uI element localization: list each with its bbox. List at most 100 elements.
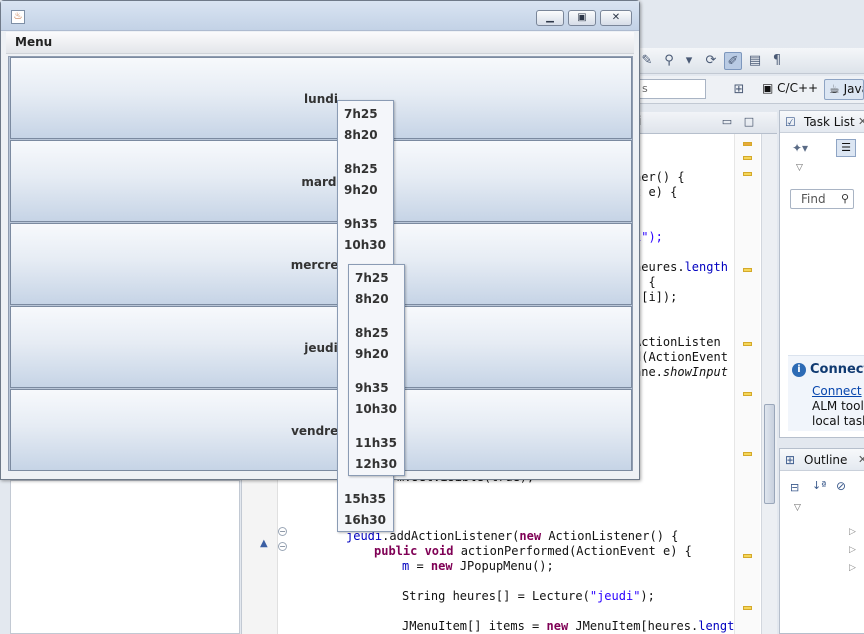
day-label: jeudi xyxy=(304,341,338,355)
edit-icon[interactable]: ✎ xyxy=(638,52,656,70)
find-placeholder: Find xyxy=(801,192,826,206)
occurrence-marker[interactable] xyxy=(743,606,752,610)
scrollbar-thumb[interactable] xyxy=(764,404,775,504)
code-token: .addActionListener( xyxy=(382,529,520,543)
block-selection-icon[interactable]: ▤ xyxy=(746,52,764,70)
task-list-view: ☑ Task List ✕ ✦▾ ☰ ▽ Find ⚲ i Connect Con… xyxy=(779,110,864,438)
dropdown-arrow-icon[interactable]: ▾ xyxy=(680,52,698,70)
popup-item[interactable]: 7h25 xyxy=(355,271,389,285)
code-line: m = new JPopupMenu(); xyxy=(402,559,554,574)
perspective-java[interactable]: ☕ Java xyxy=(824,79,864,100)
sort-icon[interactable]: ↓ª xyxy=(812,479,826,492)
occurrence-marker[interactable] xyxy=(743,554,752,558)
open-perspective-icon[interactable]: ⊞ xyxy=(730,81,748,99)
close-icon[interactable]: ✕ xyxy=(858,111,864,133)
code-line: public void actionPerformed(ActionEvent … xyxy=(374,544,692,559)
warning-marker[interactable] xyxy=(743,142,752,146)
expand-icon[interactable]: ▷ xyxy=(849,527,856,537)
popup-item[interactable]: 16h30 xyxy=(344,513,386,527)
editor-vertical-scrollbar[interactable] xyxy=(761,134,777,634)
overview-ruler[interactable] xyxy=(734,134,760,634)
occurrence-marker[interactable] xyxy=(743,268,752,272)
eclipse-toolbar: ✎ ⚲ ▾ ⟳ ✐ ▤ ¶ xyxy=(636,48,864,74)
popup-item[interactable]: 8h25 xyxy=(355,326,389,340)
day-button-jeudi[interactable]: jeudi xyxy=(10,306,632,388)
code-line: s[i]); xyxy=(634,290,678,304)
connect-link[interactable]: Connect xyxy=(812,384,862,398)
outline-title: Outline xyxy=(804,453,848,467)
show-whitespace-icon[interactable]: ¶ xyxy=(768,52,786,70)
maximize-button[interactable]: ▣ xyxy=(568,10,596,26)
pin-icon[interactable]: ⚲ xyxy=(660,52,678,70)
expand-icon[interactable]: ▷ xyxy=(849,545,856,555)
popup-item[interactable]: 10h30 xyxy=(344,238,386,252)
occurrence-marker[interactable] xyxy=(743,342,752,346)
task-list-icon: ☑ xyxy=(785,115,796,129)
popup-item[interactable]: 8h20 xyxy=(355,292,389,306)
day-button-mercredi[interactable]: mercredi xyxy=(10,223,632,305)
popup-item[interactable]: 8h20 xyxy=(344,128,378,142)
day-button-lundi[interactable]: lundi xyxy=(10,57,632,139)
highlight-icon[interactable]: ✐ xyxy=(724,52,742,70)
popup-item[interactable]: 10h30 xyxy=(355,402,397,416)
search-icon[interactable]: ⚲ xyxy=(841,190,849,208)
occurrence-marker[interactable] xyxy=(743,452,752,456)
outline-tab[interactable]: ⊞ Outline ✕ xyxy=(780,449,864,471)
day-button-mardi[interactable]: mardi xyxy=(10,140,632,222)
code-line: ActionListen xyxy=(634,335,721,349)
menu-menu[interactable]: Menu xyxy=(15,35,52,49)
code-line: JMenuItem[] items = new JMenuItem[heures… xyxy=(402,619,742,634)
override-marker-icon: ▲ xyxy=(260,538,268,549)
window-title-bar[interactable]: ♨ ▁ ▣ ✕ xyxy=(1,1,639,31)
popup-item[interactable]: 9h20 xyxy=(355,347,389,361)
code-line: ane.showInput xyxy=(634,365,728,380)
code-token: JMenuItem[] items = xyxy=(402,619,547,633)
minimize-button[interactable]: ▁ xyxy=(536,10,564,26)
perspective-cpp[interactable]: ▣ C/C++ xyxy=(758,79,822,100)
popup-item[interactable]: 9h35 xyxy=(344,217,378,231)
hide-fields-icon[interactable]: ⊘ xyxy=(836,479,846,493)
package-explorer-pane xyxy=(10,480,240,634)
close-icon[interactable]: ✕ xyxy=(858,449,864,471)
code-token: actionPerformed(ActionEvent e) { xyxy=(453,544,692,558)
popup-item[interactable]: 7h25 xyxy=(344,107,378,121)
close-button[interactable]: ✕ xyxy=(600,10,632,26)
popup-item[interactable]: 9h35 xyxy=(355,381,389,395)
day-buttons-panel: lundi mardi mercredi jeudi vendredi xyxy=(8,56,633,471)
code-token: new xyxy=(546,619,569,633)
popup-item[interactable]: 8h25 xyxy=(344,162,378,176)
connect-title: i Connect xyxy=(792,362,864,377)
collapse-all-icon[interactable]: ⊟ xyxy=(790,481,799,494)
occurrence-marker[interactable] xyxy=(743,156,752,160)
maximize-icon[interactable]: □ xyxy=(742,115,756,129)
day-label: lundi xyxy=(304,92,338,106)
code-token: public void xyxy=(374,544,454,558)
popup-item[interactable]: 11h35 xyxy=(355,436,397,450)
code-line: d(ActionEvent xyxy=(634,350,728,364)
new-task-icon[interactable]: ✦▾ xyxy=(792,141,808,155)
chevron-down-icon[interactable]: ▽ xyxy=(796,163,803,173)
perspective-bar: s ⊞ ▣ C/C++ ☕ Java xyxy=(636,76,864,104)
code-token: = xyxy=(409,559,431,573)
refresh-icon[interactable]: ⟳ xyxy=(702,52,720,70)
occurrence-marker[interactable] xyxy=(743,172,752,176)
minimize-icon[interactable]: ▭ xyxy=(720,115,734,129)
outline-icon: ⊞ xyxy=(785,453,796,467)
categorized-icon[interactable]: ☰ xyxy=(836,139,856,157)
day-button-vendredi[interactable]: vendredi xyxy=(10,389,632,471)
popup-item[interactable]: 9h20 xyxy=(344,183,378,197)
code-token: new xyxy=(430,559,453,573)
code-line: String heures[] = Lecture("jeudi"); xyxy=(402,589,655,604)
chevron-down-icon[interactable]: ▽ xyxy=(794,503,801,513)
task-find-input[interactable]: Find ⚲ xyxy=(790,189,854,209)
occurrence-marker[interactable] xyxy=(743,392,752,396)
expand-icon[interactable]: ▷ xyxy=(849,563,856,573)
code-line: jeudi.addActionListener(new ActionListen… xyxy=(346,529,678,544)
code-token: ); xyxy=(640,589,655,603)
popup-item[interactable]: 15h35 xyxy=(344,492,386,506)
task-list-tab[interactable]: ☑ Task List ✕ xyxy=(780,111,864,133)
code-line: ner() { xyxy=(634,170,685,184)
quick-access-input[interactable]: s xyxy=(636,79,706,99)
task-list-title: Task List xyxy=(804,115,855,129)
popup-item[interactable]: 12h30 xyxy=(355,457,397,471)
